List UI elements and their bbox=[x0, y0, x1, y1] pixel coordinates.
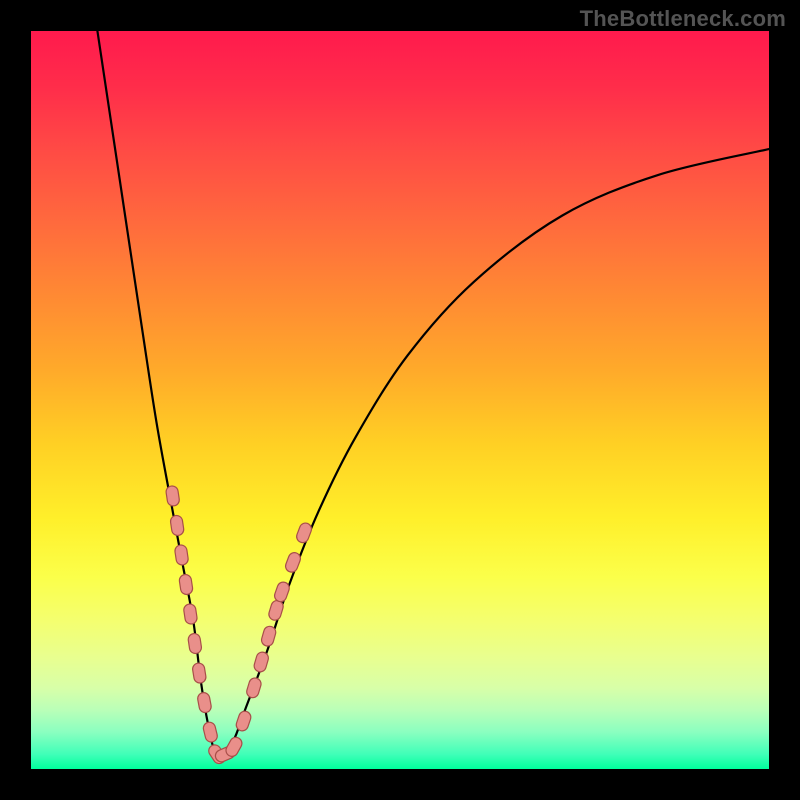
bead-marker bbox=[273, 580, 291, 603]
bead-marker bbox=[183, 603, 198, 625]
bead-marker bbox=[295, 521, 313, 544]
bead-marker bbox=[267, 599, 284, 622]
bead-marker bbox=[260, 625, 277, 648]
plot-area bbox=[31, 31, 769, 769]
bead-marker bbox=[187, 633, 202, 655]
watermark: TheBottleneck.com bbox=[580, 6, 786, 32]
bead-marker bbox=[197, 692, 212, 714]
bead-marker bbox=[165, 485, 180, 507]
bead-marker bbox=[284, 551, 302, 574]
bead-group bbox=[165, 485, 313, 766]
bead-marker bbox=[202, 721, 218, 743]
chart-frame: TheBottleneck.com bbox=[0, 0, 800, 800]
bead-marker bbox=[170, 515, 185, 537]
bead-marker bbox=[253, 651, 270, 674]
bead-marker bbox=[179, 574, 194, 596]
bead-marker bbox=[245, 677, 262, 700]
bead-marker bbox=[174, 544, 189, 566]
curve-svg bbox=[31, 31, 769, 769]
bead-marker bbox=[192, 662, 207, 684]
bead-marker bbox=[235, 710, 253, 733]
